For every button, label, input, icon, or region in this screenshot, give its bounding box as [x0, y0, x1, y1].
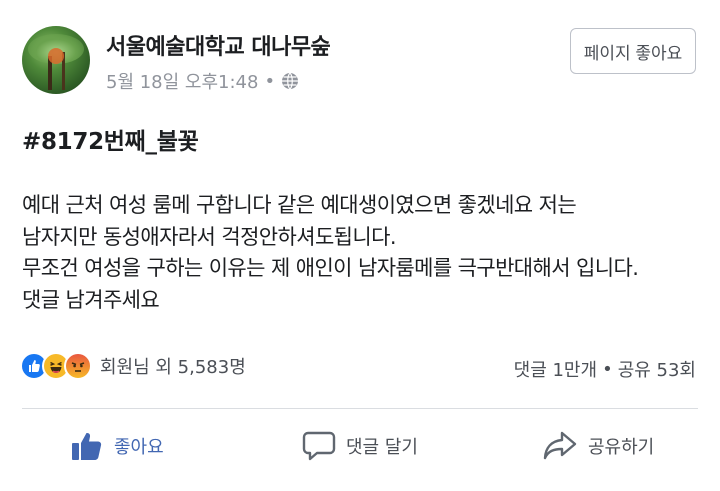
stats-separator: • [602, 358, 613, 380]
like-button-label: 좋아요 [114, 437, 164, 458]
share-arrow-icon [543, 431, 577, 460]
like-page-button[interactable]: 페이지 좋아요 [570, 28, 696, 74]
comment-count[interactable]: 댓글 1만개 [514, 356, 597, 382]
post-stats: 댓글 1만개 • 공유 53회 [514, 356, 696, 382]
share-button-label: 공유하기 [588, 437, 655, 458]
page-name-link[interactable]: 서울예술대학교 대나무숲 [106, 29, 331, 61]
comment-bubble-icon [302, 431, 336, 461]
post-body: 예대 근처 여성 룸메 구합니다 같은 예대생이였으면 좋겠네요 저는 남자지만… [22, 190, 712, 316]
avatar-logo-mark [48, 48, 64, 64]
post-meta: 5월 18일 오후1:48 • [106, 68, 299, 94]
comment-button-label: 댓글 달기 [346, 437, 418, 458]
actions-divider [22, 408, 698, 409]
like-button[interactable]: 좋아요 [70, 426, 164, 466]
comment-button[interactable]: 댓글 달기 [302, 426, 418, 466]
angry-reaction-icon [64, 352, 92, 380]
share-button[interactable]: 공유하기 [542, 426, 654, 466]
post-body-line: 댓글 남겨주세요 [22, 287, 160, 312]
post-hashtag[interactable]: #8172번째_불꽃 [22, 122, 199, 156]
post-body-line: 남자지만 동성애자라서 걱정안하셔도됩니다. [22, 224, 397, 249]
reaction-count[interactable]: 회원님 외 5,583명 [100, 353, 246, 379]
meta-separator: • [264, 70, 276, 92]
post-body-line: 예대 근처 여성 룸메 구합니다 같은 예대생이였으면 좋겠네요 저는 [22, 193, 577, 217]
post-body-line: 무조건 여성을 구하는 이유는 제 애인이 남자룸메를 극구반대해서 입니다. [22, 256, 639, 280]
share-count[interactable]: 공유 53회 [618, 356, 696, 382]
reactions-summary[interactable]: 회원님 외 5,583명 [20, 352, 246, 380]
post-timestamp[interactable]: 5월 18일 오후1:48 [106, 68, 258, 94]
page-avatar[interactable] [22, 26, 90, 94]
globe-icon [282, 72, 299, 90]
thumbs-up-icon [72, 432, 102, 460]
